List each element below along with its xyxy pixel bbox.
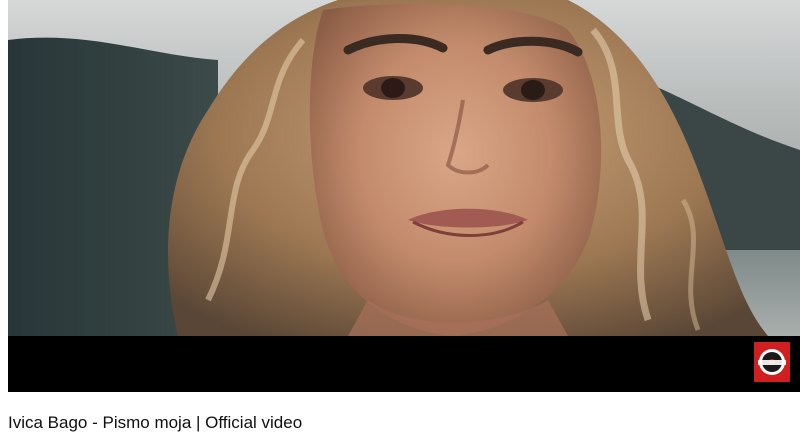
video-frame[interactable] bbox=[8, 0, 800, 336]
record-label-logo-icon bbox=[754, 342, 790, 382]
video-player[interactable] bbox=[8, 0, 800, 392]
video-frame-art bbox=[8, 0, 800, 336]
video-bottom-bar bbox=[8, 336, 800, 392]
page: Ivica Bago - Pismo moja | Official video bbox=[0, 0, 800, 448]
video-title[interactable]: Ivica Bago - Pismo moja | Official video bbox=[8, 412, 302, 434]
